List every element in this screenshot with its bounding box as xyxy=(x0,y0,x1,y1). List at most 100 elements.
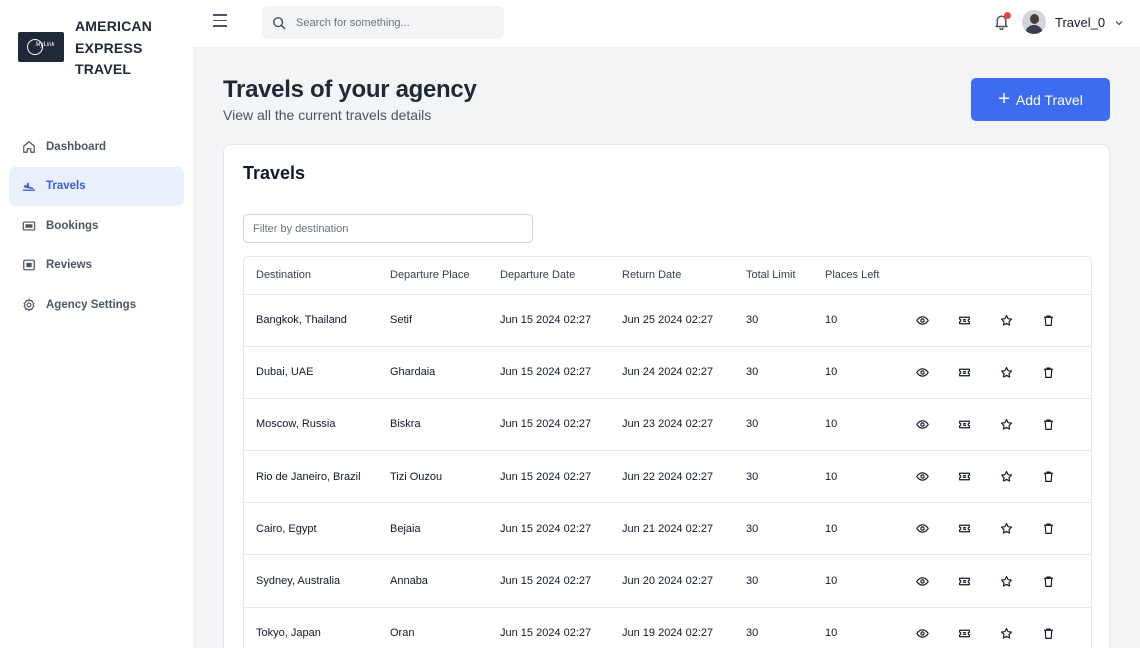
cell-destination: Bangkok, Thailand xyxy=(244,294,378,347)
table-row: Bangkok, Thailand Setif Jun 15 2024 02:27 J… xyxy=(244,294,1091,347)
brand[interactable]: MyLink AMERICAN EXPRESS TRAVEL xyxy=(18,16,175,81)
page-title: Travels of your agency xyxy=(223,76,477,103)
ticket-icon[interactable] xyxy=(958,314,971,326)
cell-destination: Cairo, Egypt xyxy=(244,502,378,556)
cell-departure-date: Jun 15 2024 02:27 xyxy=(488,346,610,399)
cell-total-limit: 30 xyxy=(734,398,813,452)
cell-places-left: 10 xyxy=(813,398,901,452)
sidebar-item-bookings[interactable]: Bookings xyxy=(9,206,184,246)
star-icon[interactable] xyxy=(1000,314,1013,326)
row-action-cell xyxy=(943,450,985,504)
row-action-cell xyxy=(1027,607,1069,648)
row-action-cell xyxy=(985,294,1027,347)
trash-icon[interactable] xyxy=(1042,314,1055,326)
star-icon[interactable] xyxy=(1000,418,1013,430)
sidebar-item-label: Dashboard xyxy=(46,140,107,153)
menu-icon[interactable] xyxy=(213,14,229,30)
row-action-cell xyxy=(901,346,943,399)
eye-icon[interactable] xyxy=(915,314,929,326)
star-icon[interactable] xyxy=(1000,366,1013,378)
eye-icon[interactable] xyxy=(915,575,929,587)
cell-departure-place: Tizi Ouzou xyxy=(378,450,488,504)
row-action-cell xyxy=(985,502,1027,556)
notification-dot xyxy=(1004,12,1011,19)
ticket-icon[interactable] xyxy=(958,418,971,430)
table-row: Cairo, Egypt Bejaia Jun 15 2024 02:27 Jun 2… xyxy=(244,502,1091,556)
cell-places-left: 10 xyxy=(813,607,901,648)
username[interactable]: Travel_0 xyxy=(1055,15,1105,30)
add-travel-button[interactable]: + Add Travel xyxy=(971,78,1110,121)
card-title: Travels xyxy=(243,163,306,183)
avatar[interactable] xyxy=(1022,10,1046,34)
table-row: Dubai, UAE Ghardaia Jun 15 2024 02:27 Jun 2… xyxy=(244,346,1091,399)
sidebar-item-dashboard[interactable]: Dashboard xyxy=(9,127,184,167)
row-action-cell xyxy=(1027,502,1069,556)
cell-departure-place: Ghardaia xyxy=(378,346,488,399)
cell-return-date: Jun 20 2024 02:27 xyxy=(610,554,734,608)
cell-total-limit: 30 xyxy=(734,502,813,556)
row-action-cell xyxy=(1027,398,1069,452)
row-action-cell xyxy=(901,554,943,608)
cell-departure-date: Jun 15 2024 02:27 xyxy=(488,607,610,648)
trash-icon[interactable] xyxy=(1042,523,1055,535)
column-header-places-left: Places Left xyxy=(813,257,901,295)
row-action-cell xyxy=(985,450,1027,504)
eye-icon[interactable] xyxy=(915,523,929,535)
search-bar[interactable] xyxy=(262,6,504,39)
ticket-icon[interactable] xyxy=(958,523,971,535)
row-action-cell xyxy=(901,294,943,347)
trash-icon[interactable] xyxy=(1042,418,1055,430)
cell-places-left: 10 xyxy=(813,554,901,608)
search-input[interactable] xyxy=(296,16,486,29)
trash-icon[interactable] xyxy=(1042,627,1055,639)
star-icon[interactable] xyxy=(1000,523,1013,535)
cell-departure-place: Annaba xyxy=(378,554,488,608)
sidebar-item-travels[interactable]: Travels xyxy=(9,166,184,206)
row-action-cell xyxy=(901,450,943,504)
column-header-total-limit: Total Limit xyxy=(734,257,813,295)
row-action-cell xyxy=(985,346,1027,399)
table-row: Rio de Janeiro, Brazil Tizi Ouzou Jun 15 2… xyxy=(244,450,1091,504)
ticket-icon[interactable] xyxy=(958,627,971,639)
eye-icon[interactable] xyxy=(915,366,929,378)
review-icon xyxy=(22,258,36,272)
notification-bell-icon[interactable] xyxy=(993,12,1011,31)
cell-departure-date: Jun 15 2024 02:27 xyxy=(488,450,610,504)
row-action-cell xyxy=(943,607,985,648)
star-icon[interactable] xyxy=(1000,575,1013,587)
row-action-cell xyxy=(985,398,1027,452)
cell-departure-date: Jun 15 2024 02:27 xyxy=(488,554,610,608)
cell-return-date: Jun 23 2024 02:27 xyxy=(610,398,734,452)
sidebar-nav: Dashboard Travels Bookings Reviews Agenc… xyxy=(9,127,184,325)
cell-departure-place: Setif xyxy=(378,294,488,347)
trash-icon[interactable] xyxy=(1042,575,1055,587)
ticket-icon[interactable] xyxy=(958,471,971,483)
chevron-down-icon[interactable] xyxy=(1114,18,1124,28)
search-icon xyxy=(273,16,286,29)
sidebar-item-agency-settings[interactable]: Agency Settings xyxy=(9,285,184,325)
add-travel-label: Add Travel xyxy=(1015,91,1083,108)
column-header-return-date: Return Date xyxy=(610,257,734,295)
star-icon[interactable] xyxy=(1000,627,1013,639)
trash-icon[interactable] xyxy=(1042,366,1055,378)
ticket-icon[interactable] xyxy=(958,575,971,587)
cell-places-left: 10 xyxy=(813,450,901,504)
destination-filter-input[interactable] xyxy=(243,214,533,243)
cell-departure-date: Jun 15 2024 02:27 xyxy=(488,398,610,452)
gear-icon xyxy=(22,298,36,312)
cell-return-date: Jun 25 2024 02:27 xyxy=(610,294,734,347)
column-header-destination: Destination xyxy=(244,257,378,295)
eye-icon[interactable] xyxy=(915,418,929,430)
ticket-icon[interactable] xyxy=(958,366,971,378)
cell-destination: Rio de Janeiro, Brazil xyxy=(244,450,378,504)
sidebar-item-label: Reviews xyxy=(46,259,93,272)
trash-icon[interactable] xyxy=(1042,471,1055,483)
travels-table: Destination Departure Place Departure Da… xyxy=(243,256,1092,648)
sidebar-item-reviews[interactable]: Reviews xyxy=(9,246,184,286)
eye-icon[interactable] xyxy=(915,627,929,639)
cell-places-left: 10 xyxy=(813,346,901,399)
cell-departure-date: Jun 15 2024 02:27 xyxy=(488,294,610,347)
eye-icon[interactable] xyxy=(915,471,929,483)
star-icon[interactable] xyxy=(1000,471,1013,483)
cell-return-date: Jun 22 2024 02:27 xyxy=(610,450,734,504)
